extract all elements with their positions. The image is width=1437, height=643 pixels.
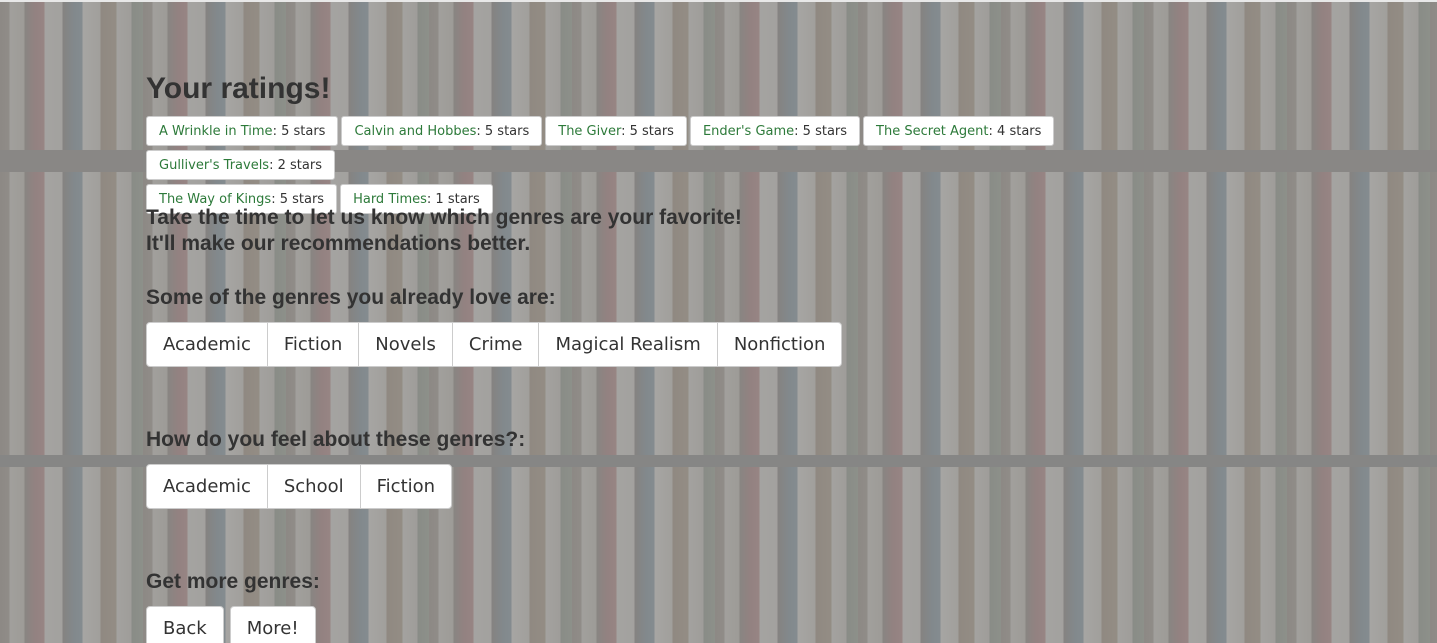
more-button[interactable]: More! [229,606,316,643]
rating-book-title[interactable]: Gulliver's Travels [159,158,269,173]
rating-badge: The Secret Agent: 4 stars [863,116,1055,146]
prompt-line-1: Take the time to let us know which genre… [146,206,742,229]
prompt-line-2: It'll make our recommendations better. [146,232,531,255]
rating-book-title[interactable]: Ender's Game [703,124,794,139]
genre-prompt: Take the time to let us know which genre… [146,205,742,257]
more-genres-controls: Back More! [146,606,316,643]
genre-button-nonfiction[interactable]: Nonfiction [716,322,843,367]
rating-stars: : 5 stars [272,124,326,139]
genre-button-school[interactable]: School [266,464,361,509]
rating-badge: Ender's Game: 5 stars [689,116,861,146]
genre-button-novels[interactable]: Novels [358,322,453,367]
genre-button-academic[interactable]: Academic [146,464,268,509]
rating-stars: : 5 stars [476,124,530,139]
ratings-list: A Wrinkle in Time: 5 stars Calvin and Hob… [146,116,1246,218]
genre-button-magical-realism[interactable]: Magical Realism [538,322,718,367]
genre-button-fiction[interactable]: Fiction [359,464,453,509]
genre-button-fiction[interactable]: Fiction [266,322,360,367]
rating-badge: A Wrinkle in Time: 5 stars [146,116,339,146]
rating-book-title[interactable]: A Wrinkle in Time [159,124,273,139]
loved-genres-heading: Some of the genres you already love are: [146,286,556,309]
back-button[interactable]: Back [146,606,224,643]
genre-button-academic[interactable]: Academic [146,322,268,367]
rating-badge: The Giver: 5 stars [545,116,687,146]
feel-genres-heading: How do you feel about these genres?: [146,428,526,451]
rating-stars: : 5 stars [621,124,674,139]
rating-badge: Gulliver's Travels: 2 stars [146,150,335,180]
genre-button-crime[interactable]: Crime [451,322,540,367]
rating-stars: : 5 stars [794,124,848,139]
rating-stars: : 4 stars [988,124,1042,139]
rating-book-title[interactable]: The Secret Agent [876,124,988,139]
rating-stars: : 2 stars [269,158,322,173]
loved-genres-group: Academic Fiction Novels Crime Magical Re… [146,322,843,367]
rating-book-title[interactable]: Calvin and Hobbes [354,124,476,139]
top-border [0,0,1437,2]
feel-genres-group: Academic School Fiction [146,464,453,509]
rating-book-title[interactable]: The Giver [558,124,621,139]
more-genres-heading: Get more genres: [146,570,320,593]
ratings-heading: Your ratings! [146,72,331,105]
rating-badge: Calvin and Hobbes: 5 stars [341,116,543,146]
